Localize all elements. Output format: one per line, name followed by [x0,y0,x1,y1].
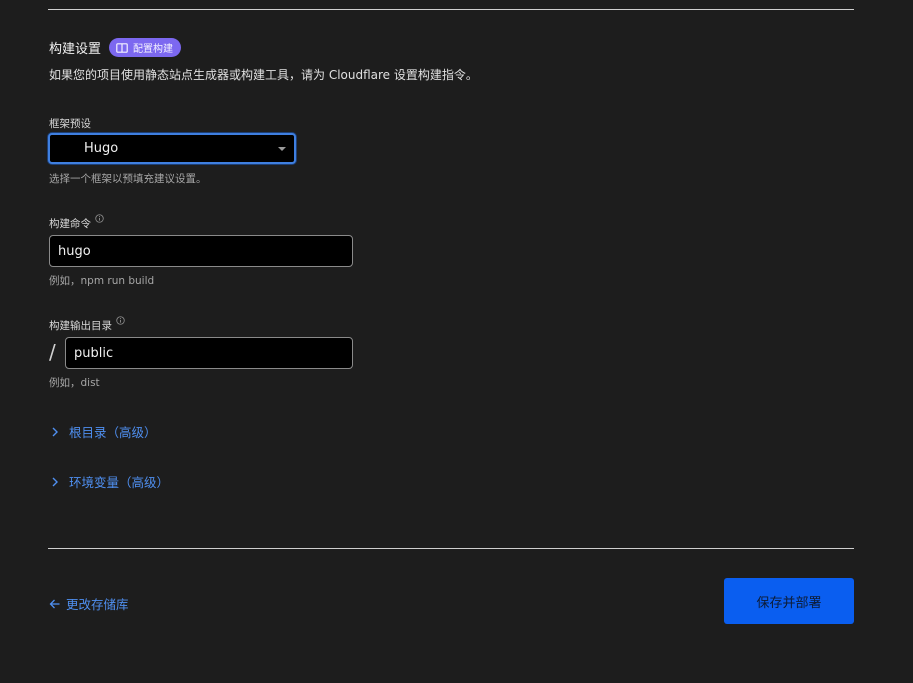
env-vars-label: 环境变量（高级） [69,475,170,490]
framework-preset-select[interactable]: Hugo [48,133,296,164]
build-command-hint: 例如，npm run build [49,275,155,287]
bottom-divider [48,548,854,549]
chevron-down-icon [278,147,286,151]
env-vars-expander[interactable]: 环境变量（高级） [50,472,169,491]
book-icon [116,42,128,53]
save-and-deploy-button[interactable]: 保存并部署 [724,578,854,624]
root-directory-label: 根目录（高级） [69,425,157,440]
root-directory-expander[interactable]: 根目录（高级） [50,422,157,441]
build-settings-header: 构建设置 配置构建 [49,38,182,57]
chevron-right-icon [52,427,58,436]
change-repository-label: 更改存储库 [66,597,129,612]
output-path-prefix: / [49,340,56,364]
badge-label: 配置构建 [133,44,174,55]
build-command-label-text: 构建命令 [49,218,91,230]
build-output-hint: 例如，dist [49,377,100,389]
build-settings-description: 如果您的项目使用静态站点生成器或构建工具，请为 Cloudflare 设置构建指… [49,68,478,82]
build-command-input[interactable] [49,235,353,267]
change-repository-link[interactable]: 更改存储库 [49,594,129,613]
configure-build-badge[interactable]: 配置构建 [109,38,182,57]
framework-preset-hint: 选择一个框架以预填充建议设置。 [49,173,207,185]
info-icon[interactable] [95,214,104,223]
chevron-right-icon [52,477,58,486]
build-settings-page: 构建设置 配置构建 如果您的项目使用静态站点生成器或构建工具，请为 Cloudf… [0,0,913,683]
build-output-label: 构建输出目录 [49,316,125,333]
framework-preset-label: 框架预设 [49,116,91,131]
arrow-left-icon [49,599,60,608]
section-title: 构建设置 [49,42,102,57]
build-output-input[interactable] [65,337,353,369]
framework-preset-label-text: 框架预设 [49,118,91,130]
top-divider [48,9,854,10]
framework-preset-value: Hugo [84,141,119,156]
info-icon[interactable] [116,316,125,325]
build-command-label: 构建命令 [49,214,104,231]
build-output-label-text: 构建输出目录 [49,320,112,332]
